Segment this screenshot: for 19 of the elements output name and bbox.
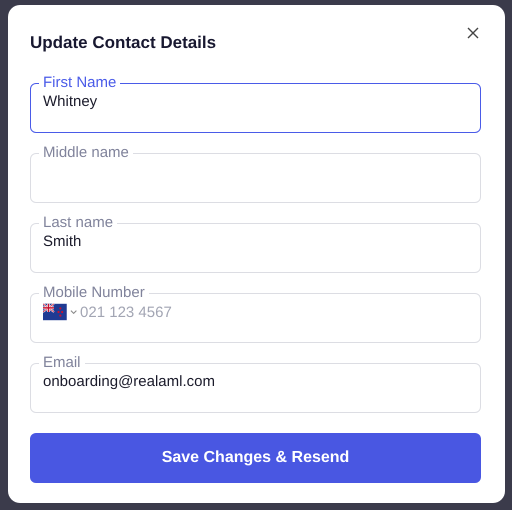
phone-input[interactable]: 021 123 4567: [80, 304, 468, 320]
submit-button[interactable]: Save Changes & Resend: [30, 433, 481, 483]
input-field[interactable]: Mobile Number 021 123 4567: [30, 283, 481, 343]
input-field[interactable]: Middle name: [30, 143, 481, 203]
close-button[interactable]: [465, 25, 481, 41]
input-field[interactable]: Email onboarding@realaml.com: [30, 353, 481, 413]
field-label: Mobile Number: [42, 283, 146, 303]
field-label: Middle name: [42, 143, 130, 163]
text-input[interactable]: Smith: [43, 233, 468, 250]
dialog-title: Update Contact Details: [30, 33, 216, 53]
close-icon: [467, 27, 479, 39]
field-label: Email: [42, 353, 82, 373]
text-input[interactable]: onboarding@realaml.com: [43, 373, 468, 390]
chevron-down-icon[interactable]: [70, 309, 78, 315]
flag-icon[interactable]: [43, 303, 67, 321]
field-label: First Name: [42, 73, 118, 93]
field-label: Last name: [42, 213, 114, 233]
text-input[interactable]: Whitney: [43, 93, 468, 110]
input-field[interactable]: First Name Whitney: [30, 73, 481, 133]
